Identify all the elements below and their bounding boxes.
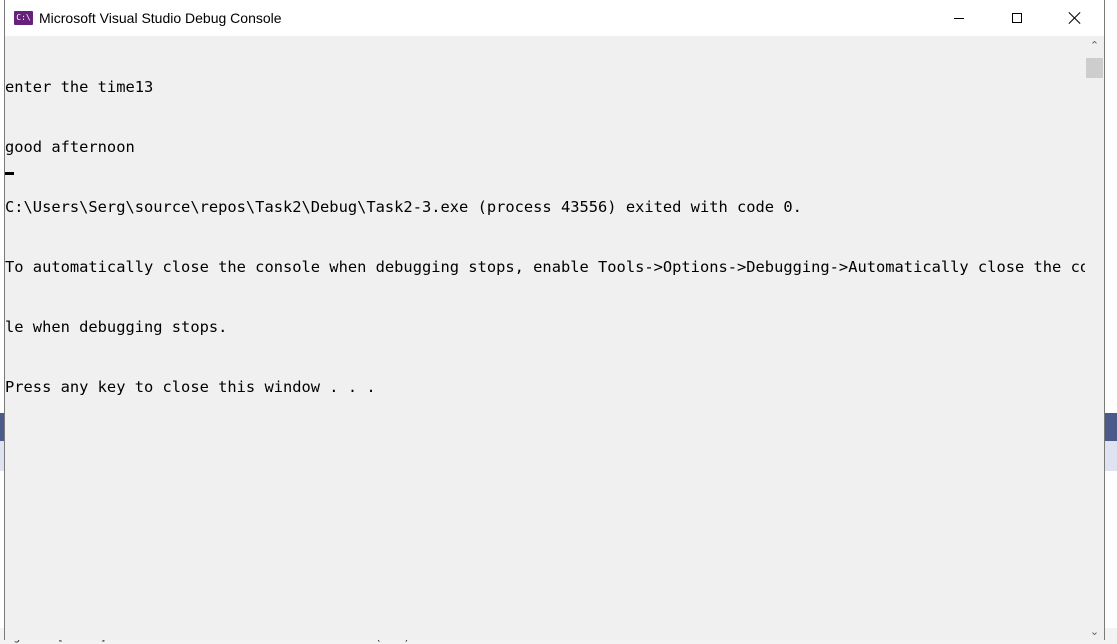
scroll-down-button[interactable]: ⌄ [1085,622,1104,640]
background-panel-header-right [1104,413,1117,441]
background-panel-row-right [1104,441,1117,471]
console-output-area[interactable]: enter the time13 good afternoon C:\Users… [5,36,1085,640]
chevron-up-icon: ⌃ [1089,39,1100,52]
minimize-icon [954,17,964,19]
console-line: good afternoon [5,138,135,156]
console-text: enter the time13 good afternoon C:\Users… [5,37,1085,437]
scrollbar-thumb[interactable] [1086,58,1103,78]
close-button[interactable] [1046,0,1104,36]
minimize-button[interactable] [930,0,988,36]
console-app-icon: C:\ [14,11,33,25]
console-line: C:\Users\Serg\source\repos\Task2\Debug\T… [5,198,802,216]
text-cursor [5,172,14,175]
close-icon [1068,11,1082,25]
maximize-button[interactable] [988,0,1046,36]
scroll-up-button[interactable]: ⌃ [1085,36,1104,54]
console-line: le when debugging stops. [5,318,228,336]
title-bar[interactable]: C:\ Microsoft Visual Studio Debug Consol… [5,0,1104,36]
console-line: Press any key to close this window . . . [5,378,376,396]
chevron-down-icon: ⌄ [1089,625,1100,638]
console-line: enter the time13 [5,78,154,96]
console-line: To automatically close the console when … [5,258,1085,276]
vertical-scrollbar[interactable]: ⌃ ⌄ [1085,36,1104,640]
debug-console-window[interactable]: C:\ Microsoft Visual Studio Debug Consol… [4,0,1105,640]
maximize-icon [1012,13,1022,23]
window-title: Microsoft Visual Studio Debug Console [39,10,282,26]
